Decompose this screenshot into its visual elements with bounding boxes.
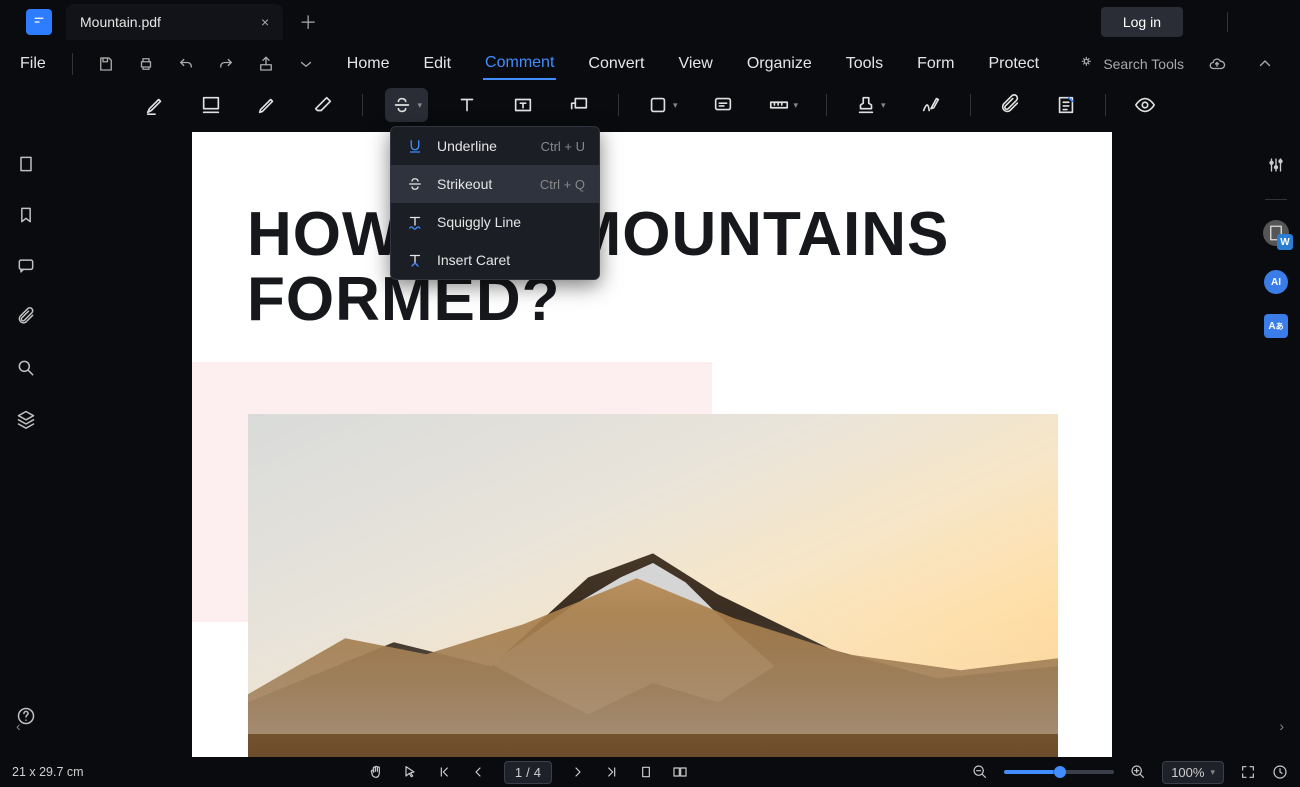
dropdown-squiggly[interactable]: Squiggly Line — [391, 203, 599, 241]
bookmarks-icon[interactable] — [16, 205, 36, 230]
select-tool-icon[interactable] — [402, 764, 418, 780]
current-page: 1 — [515, 765, 522, 780]
tab-home[interactable]: Home — [345, 49, 392, 79]
page: HOW ARE MOUNTAINS FORMED? — [192, 132, 1112, 757]
dropdown-underline[interactable]: Underline Ctrl + U — [391, 127, 599, 165]
close-tab-icon[interactable]: × — [261, 14, 269, 30]
notes-panel-icon[interactable] — [1049, 88, 1083, 122]
zoom-out-icon[interactable] — [972, 764, 988, 780]
highlight-tool[interactable] — [138, 88, 172, 122]
cloud-upload-icon[interactable] — [1202, 51, 1232, 77]
right-sidebar: W AI Aあ — [1252, 126, 1300, 757]
prev-page-icon[interactable] — [470, 764, 486, 780]
area-highlight-tool[interactable] — [194, 88, 228, 122]
tab-protect[interactable]: Protect — [986, 49, 1041, 79]
tab-edit[interactable]: Edit — [421, 49, 453, 79]
dropdown-label: Squiggly Line — [437, 214, 585, 230]
comments-panel-icon[interactable] — [16, 256, 36, 281]
search-pane-icon[interactable] — [16, 358, 36, 383]
more-quick-icon[interactable] — [291, 51, 321, 77]
ai-badge[interactable]: AI — [1264, 270, 1288, 294]
strikeout-icon — [405, 175, 425, 193]
pencil-tool[interactable] — [250, 88, 284, 122]
save-icon[interactable] — [91, 51, 121, 77]
properties-icon[interactable] — [1267, 156, 1285, 179]
comment-toolbar: ▾ ▾ ▾ ▾ — [0, 84, 1300, 126]
collapse-ribbon-icon[interactable] — [1250, 51, 1280, 77]
shape-tool[interactable]: ▾ — [641, 88, 684, 122]
tab-form[interactable]: Form — [915, 49, 956, 79]
tab-tools[interactable]: Tools — [844, 49, 885, 79]
zoom-slider[interactable] — [1004, 770, 1114, 774]
note-tool[interactable] — [706, 88, 740, 122]
caret-icon — [405, 251, 425, 269]
login-button[interactable]: Log in — [1101, 7, 1183, 37]
tab-organize[interactable]: Organize — [745, 49, 814, 79]
dropdown-label: Insert Caret — [437, 252, 585, 268]
fullscreen-icon[interactable] — [1240, 764, 1256, 780]
dropdown-label: Strikeout — [437, 176, 528, 192]
tab-view[interactable]: View — [676, 49, 714, 79]
share-icon[interactable] — [251, 51, 281, 77]
zoom-value: 100% — [1171, 765, 1204, 780]
text-markup-dropdown: Underline Ctrl + U Strikeout Ctrl + Q Sq… — [390, 126, 600, 280]
total-pages: 4 — [534, 765, 541, 780]
stamp-tool[interactable]: ▾ — [849, 88, 892, 122]
word-w-icon: W — [1277, 234, 1293, 250]
dropdown-shortcut: Ctrl + Q — [540, 177, 585, 192]
tab-title: Mountain.pdf — [80, 14, 161, 30]
thumbnails-icon[interactable] — [16, 154, 36, 179]
tab-comment[interactable]: Comment — [483, 48, 556, 80]
document-canvas[interactable]: HOW ARE MOUNTAINS FORMED? — [52, 126, 1252, 757]
menu-tabs: Home Edit Comment Convert View Organize … — [345, 48, 1041, 80]
translate-badge[interactable]: Aあ — [1264, 314, 1288, 338]
underline-icon — [405, 137, 425, 155]
page-input[interactable]: 1 /4 — [504, 761, 552, 784]
callout-tool[interactable] — [562, 88, 596, 122]
tab-convert[interactable]: Convert — [586, 49, 646, 79]
squiggly-icon — [405, 213, 425, 231]
zoom-thumb[interactable] — [1054, 766, 1066, 778]
eraser-tool[interactable] — [306, 88, 340, 122]
next-page-icon[interactable] — [570, 764, 586, 780]
zoom-dropdown[interactable]: 100% ▾ — [1162, 761, 1224, 784]
document-heading: HOW ARE MOUNTAINS FORMED? — [192, 132, 1112, 342]
dropdown-shortcut: Ctrl + U — [541, 139, 585, 154]
page-size-label: 21 x 29.7 cm — [12, 765, 84, 779]
text-tool[interactable] — [450, 88, 484, 122]
dropdown-label: Underline — [437, 138, 529, 154]
redo-icon[interactable] — [211, 51, 241, 77]
document-tab[interactable]: Mountain.pdf × — [66, 4, 283, 40]
app-logo-icon — [26, 9, 52, 35]
nav-prev-page[interactable]: ‹ — [16, 718, 21, 734]
first-page-icon[interactable] — [436, 764, 452, 780]
file-menu[interactable]: File — [12, 55, 54, 73]
signature-tool[interactable] — [914, 88, 948, 122]
attachment-tool[interactable] — [993, 88, 1027, 122]
nav-next-page[interactable]: › — [1279, 718, 1284, 734]
search-tools-label: Search Tools — [1103, 56, 1184, 72]
strikeout-tool-dropdown[interactable]: ▾ — [385, 88, 428, 122]
print-icon[interactable] — [131, 51, 161, 77]
zoom-in-icon[interactable] — [1130, 764, 1146, 780]
measure-tool[interactable]: ▾ — [762, 88, 805, 122]
word-export-badge[interactable]: W — [1263, 220, 1289, 246]
layers-icon[interactable] — [16, 409, 36, 434]
mountain-image — [248, 414, 1058, 757]
add-tab-button[interactable]: ＋ — [299, 9, 317, 35]
left-sidebar — [0, 126, 52, 757]
hand-tool-icon[interactable] — [368, 764, 384, 780]
two-page-icon[interactable] — [672, 764, 688, 780]
hide-comments-icon[interactable] — [1128, 88, 1162, 122]
single-page-icon[interactable] — [638, 764, 654, 780]
textbox-tool[interactable] — [506, 88, 540, 122]
search-tools[interactable]: Search Tools — [1079, 56, 1184, 72]
read-mode-icon[interactable] — [1272, 764, 1288, 780]
last-page-icon[interactable] — [604, 764, 620, 780]
undo-icon[interactable] — [171, 51, 201, 77]
dropdown-insert-caret[interactable]: Insert Caret — [391, 241, 599, 279]
dropdown-strikeout[interactable]: Strikeout Ctrl + Q — [391, 165, 599, 203]
attachments-icon[interactable] — [16, 307, 36, 332]
